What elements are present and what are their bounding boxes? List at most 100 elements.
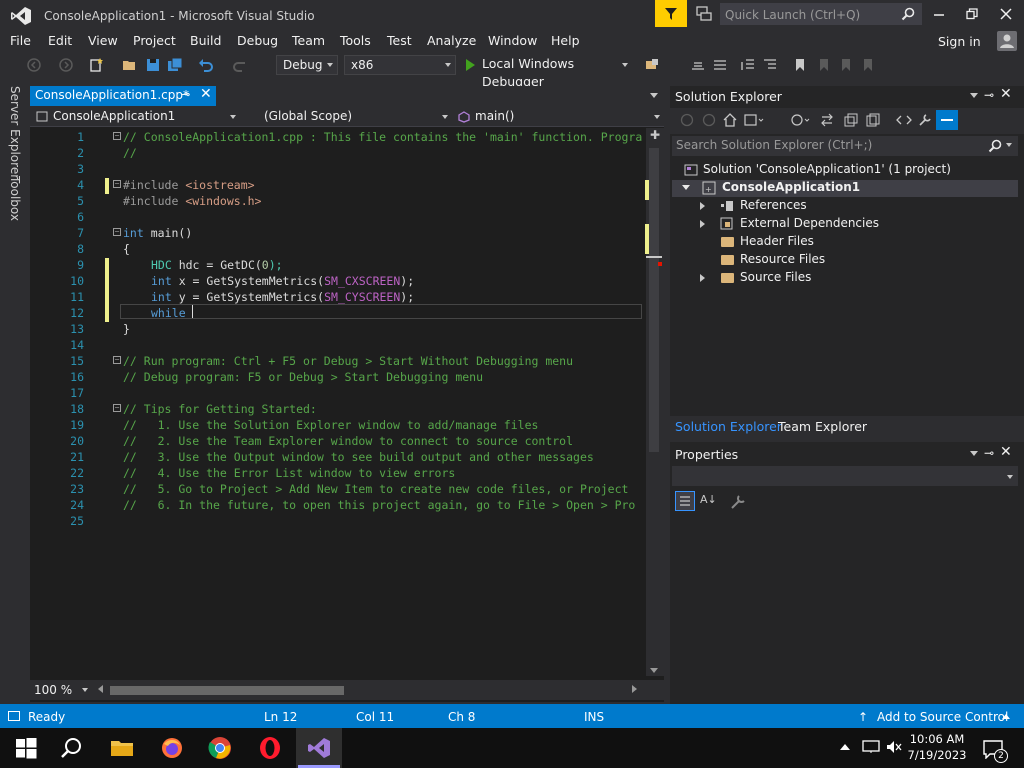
close-icon[interactable]: ✕ [1000, 444, 1012, 460]
start-debugging-button[interactable]: Local Windows Debugger [462, 55, 632, 89]
solution-platform-combo[interactable]: x86 [344, 55, 456, 75]
categorized-button[interactable] [675, 491, 695, 511]
menu-test[interactable]: Test [387, 32, 412, 52]
tree-header-files[interactable]: Header Files [740, 234, 814, 248]
pin-icon[interactable]: ⊸ [181, 88, 190, 101]
save-icon[interactable] [145, 57, 161, 73]
navigate-forward-icon[interactable] [58, 57, 74, 73]
quick-launch-box[interactable] [720, 3, 922, 25]
switch-views-icon[interactable] [744, 113, 764, 127]
tree-external-dependencies[interactable]: External Dependencies [740, 216, 879, 230]
toolbox-tab[interactable]: Toolbox [8, 176, 22, 221]
chevron-down-icon[interactable] [1006, 143, 1012, 147]
back-icon[interactable] [680, 113, 694, 127]
sign-in-link[interactable]: Sign in [938, 34, 981, 49]
properties-wrench-icon[interactable] [918, 113, 932, 127]
navigate-back-icon[interactable] [26, 57, 42, 73]
scroll-left-icon[interactable] [98, 685, 103, 693]
menu-window[interactable]: Window [488, 32, 537, 52]
menu-file[interactable]: File [10, 32, 31, 52]
property-pages-wrench-icon[interactable] [730, 494, 746, 510]
collapse-icon[interactable]: − [113, 180, 121, 188]
tab-solution-explorer[interactable]: Solution Explorer [675, 419, 782, 434]
zoom-combo[interactable]: 100 % [34, 683, 72, 697]
solution-explorer-search[interactable]: Search Solution Explorer (Ctrl+;) [672, 136, 1018, 156]
collapse-arrow-icon[interactable] [682, 185, 690, 190]
collapse-icon[interactable]: − [113, 228, 121, 236]
next-bookmark-icon[interactable] [838, 57, 854, 73]
network-icon[interactable] [862, 740, 880, 754]
new-project-icon[interactable] [88, 57, 104, 73]
tree-source-files[interactable]: Source Files [740, 270, 811, 284]
file-explorer-icon[interactable] [110, 736, 134, 760]
feedback-icon[interactable] [695, 5, 713, 23]
show-all-files-icon[interactable] [866, 113, 880, 127]
menu-view[interactable]: View [88, 32, 118, 52]
bookmark-icon[interactable] [792, 57, 808, 73]
quick-launch-input[interactable] [725, 6, 895, 23]
tree-solution[interactable]: Solution 'ConsoleApplication1' (1 projec… [703, 162, 951, 176]
expand-arrow-icon[interactable] [700, 274, 705, 282]
browser-link-icon[interactable] [644, 57, 660, 73]
undo-icon[interactable] [198, 57, 214, 73]
filter-button[interactable] [655, 0, 687, 27]
panel-menu-icon[interactable] [970, 93, 978, 98]
pending-changes-filter-icon[interactable] [790, 113, 810, 127]
collapse-all-icon[interactable] [844, 113, 858, 127]
home-icon[interactable] [722, 113, 738, 127]
tab-team-explorer[interactable]: Team Explorer [778, 419, 867, 434]
menu-tools[interactable]: Tools [340, 32, 371, 52]
volume-muted-icon[interactable] [886, 740, 902, 754]
show-hidden-icons-icon[interactable] [840, 744, 850, 750]
project-combo[interactable]: ConsoleApplication1 [36, 108, 240, 126]
minimize-button[interactable] [925, 4, 953, 24]
forward-icon[interactable] [702, 113, 716, 127]
close-icon[interactable]: ✕ [1000, 86, 1012, 102]
pin-icon[interactable]: ⊸ [984, 88, 994, 102]
collapse-icon[interactable]: − [113, 132, 121, 140]
menu-help[interactable]: Help [551, 32, 580, 52]
menu-edit[interactable]: Edit [48, 32, 72, 52]
outdent-icon[interactable] [740, 57, 756, 73]
properties-object-combo[interactable] [672, 466, 1018, 486]
menu-debug[interactable]: Debug [237, 32, 278, 52]
expand-arrow-icon[interactable] [700, 202, 705, 210]
tree-resource-files[interactable]: Resource Files [740, 252, 825, 266]
close-icon[interactable]: ✕ [200, 86, 212, 102]
menu-team[interactable]: Team [292, 32, 325, 52]
preview-selected-button[interactable] [936, 110, 958, 130]
scroll-down-icon[interactable] [650, 668, 658, 673]
visual-studio-icon[interactable] [307, 736, 331, 760]
chrome-icon[interactable] [208, 736, 232, 760]
restore-button[interactable] [958, 4, 986, 24]
tree-references[interactable]: References [740, 198, 807, 212]
view-code-icon[interactable] [896, 113, 912, 127]
windows-start-icon[interactable] [14, 736, 38, 760]
member-combo[interactable]: main() [458, 108, 656, 126]
split-icon[interactable]: ✚ [650, 128, 660, 142]
collapse-icon[interactable]: − [113, 404, 121, 412]
pin-icon[interactable]: ⊸ [984, 446, 994, 460]
panel-menu-icon[interactable] [970, 451, 978, 456]
comment-lines-icon[interactable] [712, 57, 728, 73]
server-explorer-tab[interactable]: Server Explorer [8, 86, 22, 179]
step-over-icon[interactable] [690, 57, 706, 73]
add-to-source-control-button[interactable]: Add to Source Control [877, 710, 1008, 724]
menu-analyze[interactable]: Analyze [427, 32, 476, 52]
menu-build[interactable]: Build [190, 32, 221, 52]
menu-project[interactable]: Project [133, 32, 176, 52]
tree-project[interactable]: ConsoleApplication1 [722, 180, 860, 194]
scope-combo[interactable]: (Global Scope) [264, 108, 448, 126]
prev-bookmark-icon[interactable] [816, 57, 832, 73]
redo-icon[interactable] [232, 57, 248, 73]
expand-arrow-icon[interactable] [700, 220, 705, 228]
indent-icon[interactable] [762, 57, 778, 73]
opera-icon[interactable] [258, 736, 282, 760]
clock[interactable]: 10:06 AM 7/19/2023 [906, 731, 968, 763]
search-icon[interactable] [60, 736, 84, 760]
search-icon[interactable] [901, 7, 915, 21]
account-icon[interactable] [997, 31, 1017, 51]
open-file-icon[interactable] [122, 57, 138, 73]
vertical-scrollbar-thumb[interactable] [649, 148, 659, 452]
code-editor[interactable]: 1 2 3 4 5 6 7 8 9 10 11 12 13 14 15 16 1… [30, 128, 646, 676]
